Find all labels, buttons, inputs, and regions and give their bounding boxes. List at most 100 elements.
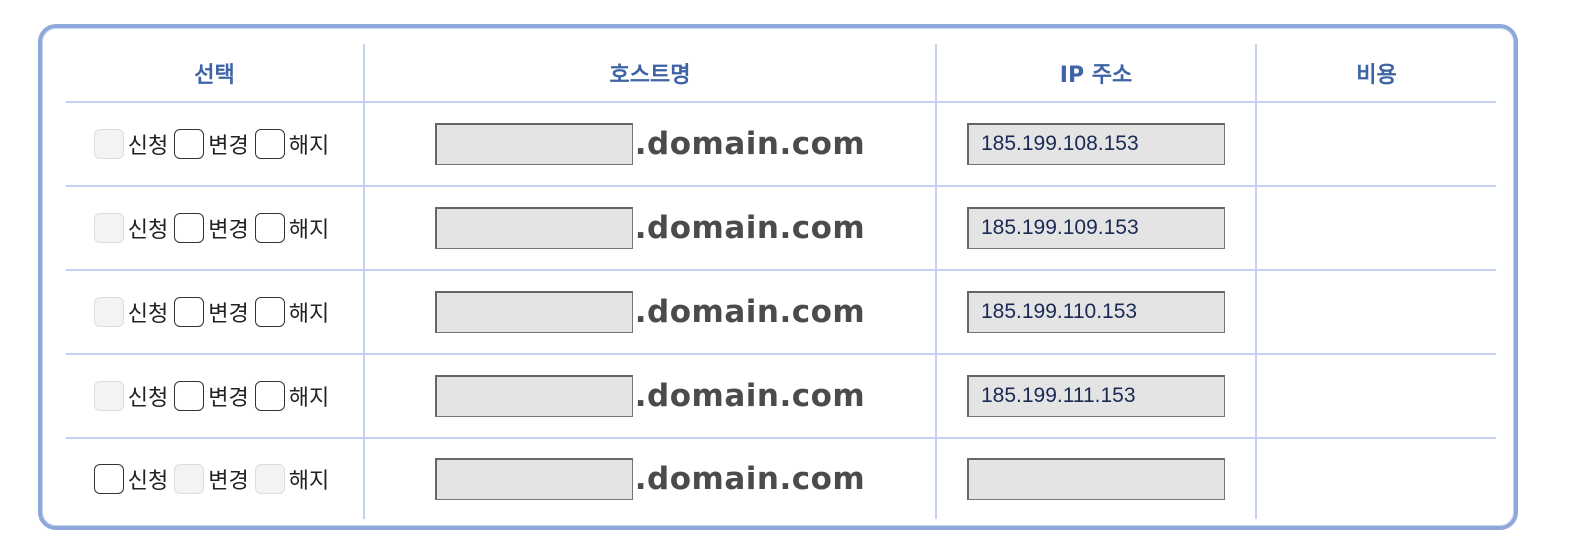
hostname-cell: .domain.com	[363, 438, 936, 519]
option-change-label: 변경	[208, 386, 249, 411]
option-apply: 신청	[93, 212, 169, 244]
option-change[interactable]: 변경	[174, 212, 249, 244]
ip-cell: 185.199.109.153	[935, 186, 1256, 271]
cost-cell	[1255, 438, 1496, 519]
ip-field-group: 185.199.111.153	[937, 375, 1255, 417]
header-row: 선택 호스트명 IP 주소 비용	[66, 44, 1496, 103]
cost-cell	[1255, 186, 1496, 271]
option-apply-label: 신청	[127, 218, 169, 243]
checkbox-apply	[93, 129, 124, 159]
option-apply: 신청	[93, 296, 169, 328]
host-table-panel: 선택 호스트명 IP 주소 비용 신청 변경 해지 .domain.com 18…	[38, 24, 1518, 530]
option-cancel[interactable]: 해지	[254, 212, 330, 244]
table-row: 신청 변경 해지 .domain.com 185.199.108.153	[66, 102, 1496, 187]
hostname-input[interactable]	[434, 123, 633, 165]
option-change: 변경	[174, 463, 249, 495]
table-row: 신청 변경 해지 .domain.com 185.199.111.153	[66, 354, 1496, 439]
checkbox-cancel[interactable]	[254, 213, 285, 243]
hostname-input[interactable]	[434, 207, 633, 249]
option-cancel-label: 해지	[288, 386, 330, 411]
header-ip: IP 주소	[935, 44, 1256, 103]
checkbox-apply	[93, 381, 124, 411]
option-apply-label: 신청	[127, 386, 169, 411]
hostname-field-group: .domain.com	[365, 375, 935, 417]
option-cancel[interactable]: 해지	[254, 296, 330, 328]
option-cancel[interactable]: 해지	[254, 380, 330, 412]
hostname-field-group: .domain.com	[365, 207, 935, 249]
ip-address-field: 185.199.110.153	[967, 291, 1225, 333]
checkbox-change[interactable]	[174, 129, 205, 159]
select-options: 신청 변경 해지	[66, 380, 363, 412]
option-change[interactable]: 변경	[174, 296, 249, 328]
hostname-field-group: .domain.com	[365, 123, 935, 165]
option-apply: 신청	[93, 380, 169, 412]
option-change[interactable]: 변경	[174, 380, 249, 412]
header-hostname: 호스트명	[363, 44, 936, 103]
ip-cell: 185.199.108.153	[935, 102, 1256, 187]
domain-suffix: .domain.com	[634, 126, 866, 162]
ip-field-group: 185.199.110.153	[937, 291, 1255, 333]
domain-suffix: .domain.com	[634, 378, 866, 414]
option-cancel-label: 해지	[288, 134, 330, 159]
option-apply-label: 신청	[127, 302, 169, 327]
option-cancel-label: 해지	[288, 302, 330, 327]
select-options: 신청 변경 해지	[66, 128, 363, 160]
ip-address-field	[967, 458, 1225, 500]
option-apply: 신청	[93, 128, 168, 160]
host-table: 선택 호스트명 IP 주소 비용 신청 변경 해지 .domain.com 18…	[66, 44, 1496, 519]
select-options: 신청 변경 해지	[66, 212, 363, 244]
hostname-cell: .domain.com	[363, 102, 936, 187]
option-apply-label: 신청	[127, 469, 169, 494]
checkbox-change	[174, 464, 205, 494]
hostname-input[interactable]	[434, 375, 633, 417]
header-select: 선택	[66, 44, 364, 103]
ip-field-group: 185.199.108.153	[937, 123, 1255, 165]
select-cell: 신청 변경 해지	[66, 354, 364, 439]
table-row: 신청 변경 해지 .domain.com 185.199.109.153	[66, 186, 1496, 271]
hostname-field-group: .domain.com	[365, 291, 935, 333]
cost-cell	[1255, 102, 1496, 187]
option-change-label: 변경	[208, 302, 249, 327]
domain-suffix: .domain.com	[634, 294, 866, 330]
select-cell: 신청 변경 해지	[66, 186, 364, 271]
select-cell: 신청 변경 해지	[66, 102, 364, 187]
checkbox-change[interactable]	[174, 297, 205, 327]
ip-field-group: 185.199.109.153	[937, 207, 1255, 249]
option-cancel-label: 해지	[288, 218, 330, 243]
select-cell: 신청 변경 해지	[66, 438, 364, 519]
ip-address-field: 185.199.111.153	[967, 375, 1225, 417]
option-cancel-label: 해지	[288, 469, 330, 494]
checkbox-apply	[93, 213, 124, 243]
checkbox-cancel[interactable]	[254, 129, 285, 159]
checkbox-change[interactable]	[174, 381, 205, 411]
ip-address-field: 185.199.108.153	[967, 123, 1225, 165]
select-cell: 신청 변경 해지	[66, 270, 364, 355]
option-change[interactable]: 변경	[174, 128, 249, 160]
option-apply[interactable]: 신청	[93, 463, 169, 495]
header-cost: 비용	[1255, 44, 1496, 103]
checkbox-apply	[93, 297, 124, 327]
option-cancel: 해지	[254, 463, 330, 495]
option-change-label: 변경	[208, 218, 249, 243]
table-row: 신청 변경 해지 .domain.com	[66, 438, 1496, 519]
cost-cell	[1255, 354, 1496, 439]
select-options: 신청 변경 해지	[66, 463, 363, 495]
hostname-cell: .domain.com	[363, 354, 936, 439]
hostname-input[interactable]	[434, 458, 633, 500]
ip-cell: 185.199.111.153	[935, 354, 1256, 439]
ip-field-group	[937, 458, 1255, 500]
domain-suffix: .domain.com	[634, 461, 866, 497]
checkbox-cancel[interactable]	[254, 381, 285, 411]
option-change-label: 변경	[208, 134, 249, 159]
ip-cell: 185.199.110.153	[935, 270, 1256, 355]
hostname-input[interactable]	[434, 291, 633, 333]
select-options: 신청 변경 해지	[66, 296, 363, 328]
hostname-field-group: .domain.com	[365, 458, 935, 500]
option-change-label: 변경	[208, 469, 249, 494]
hostname-cell: .domain.com	[363, 270, 936, 355]
domain-suffix: .domain.com	[634, 210, 866, 246]
checkbox-cancel[interactable]	[254, 297, 285, 327]
checkbox-apply[interactable]	[93, 464, 124, 494]
option-cancel[interactable]: 해지	[254, 128, 330, 160]
checkbox-change[interactable]	[174, 213, 205, 243]
